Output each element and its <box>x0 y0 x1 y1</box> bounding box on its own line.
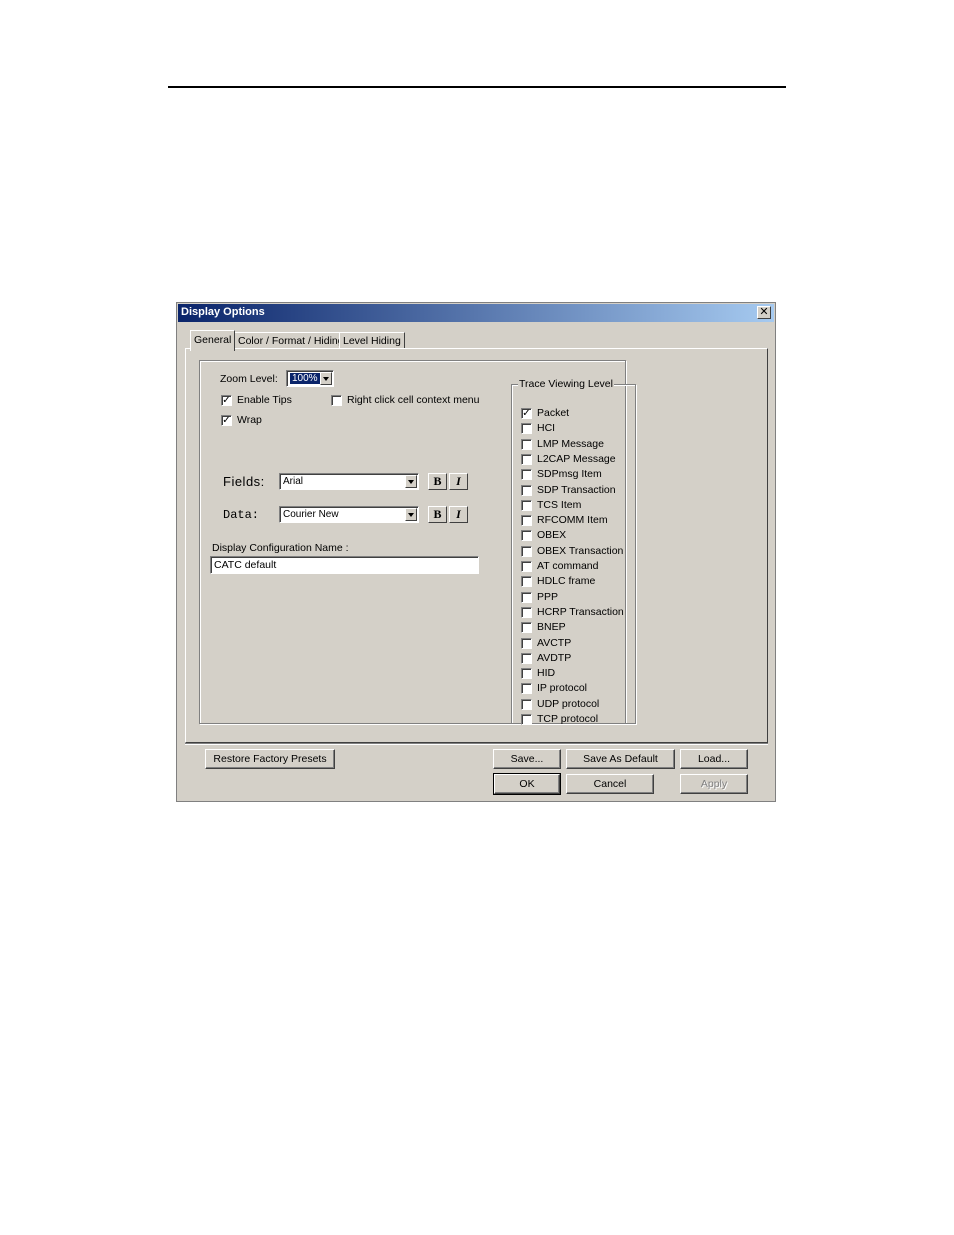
trace-level-label: Packet <box>537 407 570 419</box>
fields-font-select[interactable]: Arial <box>279 473 419 490</box>
checkmark-icon: ✓ <box>522 408 531 419</box>
trace-level-label: HCI <box>537 422 556 435</box>
trace-viewing-level-title: Trace Viewing Level <box>518 378 614 390</box>
trace-level-checkbox[interactable] <box>521 637 532 649</box>
title-bar[interactable]: Display Options ✕ <box>178 304 774 322</box>
fields-font-label: Fields: <box>223 474 265 489</box>
cancel-button[interactable]: Cancel <box>566 774 654 794</box>
trace-level-label: LMP Message <box>537 437 604 450</box>
trace-level-label: SDP Transaction <box>537 483 616 496</box>
tab-general[interactable]: General <box>190 330 236 351</box>
fields-bold-button[interactable]: B <box>428 473 447 490</box>
trace-level-checkbox[interactable] <box>521 453 532 465</box>
general-options-group: Zoom Level: 100% ✓ Enable Tips Right cli… <box>199 360 636 725</box>
fields-font-value: Arial <box>283 476 304 487</box>
trace-level-checkbox[interactable] <box>521 499 532 511</box>
checkmark-icon: ✓ <box>222 395 231 406</box>
config-name-label: Display Configuration Name : <box>212 542 349 554</box>
trace-level-label: BNEP <box>537 621 566 634</box>
checkmark-icon: ✓ <box>222 415 231 426</box>
trace-level-checkbox[interactable] <box>521 698 532 710</box>
trace-level-checkbox[interactable] <box>521 438 532 450</box>
display-options-dialog: Display Options ✕ General Color / Format… <box>176 302 776 802</box>
restore-factory-presets-button[interactable]: Restore Factory Presets <box>205 749 335 769</box>
load-button[interactable]: Load... <box>680 749 748 769</box>
enable-tips-label: Enable Tips <box>237 394 292 406</box>
zoom-level-label: Zoom Level: <box>220 373 278 385</box>
right-click-menu-label: Right click cell context menu <box>347 394 480 406</box>
ok-button[interactable]: OK <box>493 773 561 795</box>
apply-button[interactable]: Apply <box>680 774 748 794</box>
tab-color-format-hiding[interactable]: Color / Format / Hiding <box>234 332 348 349</box>
button-separator <box>185 743 768 745</box>
trace-level-label: PPP <box>537 590 559 603</box>
trace-level-label: TCS Item <box>537 498 582 511</box>
trace-level-label: HID <box>537 667 556 680</box>
trace-viewing-level-group: Trace Viewing Level ✓ Packet HCI LMP Messag… <box>511 378 636 725</box>
trace-level-checkbox[interactable] <box>521 668 532 680</box>
trace-level-checkbox[interactable]: ✓ <box>521 408 532 419</box>
trace-level-label: IP protocol <box>537 682 588 695</box>
save-button[interactable]: Save... <box>493 749 561 769</box>
trace-level-checkbox[interactable] <box>521 545 532 557</box>
wrap-checkbox[interactable]: ✓ <box>221 415 232 426</box>
trace-level-label: AT command <box>537 560 599 572</box>
trace-level-checkbox[interactable] <box>521 515 532 527</box>
trace-level-label: L2CAP Message <box>537 452 616 465</box>
trace-level-checkbox[interactable] <box>521 561 532 572</box>
trace-level-checkbox[interactable] <box>521 576 532 588</box>
data-italic-button[interactable]: I <box>449 506 468 523</box>
enable-tips-checkbox[interactable]: ✓ <box>221 395 232 406</box>
trace-level-label: AVCTP <box>537 636 572 649</box>
chevron-down-icon[interactable] <box>405 508 417 521</box>
trace-level-label: SDPmsg Item <box>537 468 602 481</box>
trace-level-checkbox[interactable] <box>521 469 532 481</box>
trace-level-label: OBEX Transaction <box>537 544 624 557</box>
zoom-level-select[interactable]: 100% <box>286 370 334 387</box>
general-tab-panel: Zoom Level: 100% ✓ Enable Tips Right cli… <box>185 348 768 743</box>
trace-level-checkbox[interactable] <box>521 606 532 618</box>
save-as-default-button[interactable]: Save As Default <box>566 749 675 769</box>
trace-level-label: RFCOMM Item <box>537 514 608 527</box>
trace-level-label: HCRP Transaction <box>537 605 624 618</box>
trace-level-label: HDLC frame <box>537 575 596 588</box>
trace-level-label: UDP protocol <box>537 697 600 710</box>
trace-level-label: AVDTP <box>537 651 572 664</box>
wrap-label: Wrap <box>237 414 262 426</box>
page-header-rule <box>168 86 786 88</box>
trace-level-checkbox[interactable] <box>521 683 532 695</box>
trace-level-checkbox[interactable] <box>521 652 532 664</box>
chevron-down-icon[interactable] <box>405 475 417 488</box>
fields-italic-button[interactable]: I <box>449 473 468 490</box>
data-font-label: Data: <box>223 508 260 522</box>
trace-level-checkbox[interactable] <box>521 423 532 435</box>
right-click-menu-checkbox[interactable] <box>331 395 342 406</box>
zoom-level-value: 100% <box>290 373 320 384</box>
trace-level-checkbox[interactable] <box>521 591 532 603</box>
data-font-value: Courier New <box>283 509 339 520</box>
data-bold-button[interactable]: B <box>428 506 447 523</box>
trace-level-checkbox[interactable] <box>521 484 532 496</box>
data-font-select[interactable]: Courier New <box>279 506 419 523</box>
tab-level-hiding[interactable]: Level Hiding <box>339 332 405 349</box>
trace-level-label: TCP protocol <box>537 713 599 725</box>
trace-level-label: OBEX <box>537 529 567 542</box>
trace-level-checkbox[interactable] <box>521 622 532 634</box>
chevron-down-icon[interactable] <box>320 372 332 385</box>
trace-level-checkbox[interactable] <box>521 714 532 725</box>
trace-level-checkbox[interactable] <box>521 530 532 542</box>
close-icon[interactable]: ✕ <box>757 306 771 319</box>
dialog-title: Display Options <box>181 306 265 318</box>
config-name-input[interactable]: CATC default <box>210 556 479 574</box>
